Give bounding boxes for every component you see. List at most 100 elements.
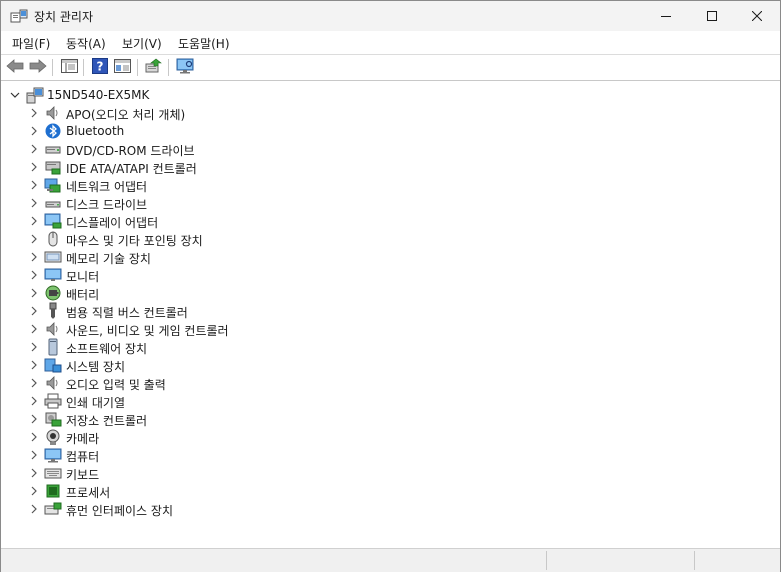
tree-node[interactable]: 소프트웨어 장치 — [1, 338, 501, 356]
bluetooth-icon — [44, 122, 62, 140]
tree-node-label: 디스크 드라이브 — [66, 198, 148, 212]
chevron-right-icon[interactable] — [28, 125, 40, 137]
tree-node[interactable]: 키보드 — [1, 464, 501, 482]
chevron-right-icon[interactable] — [28, 305, 40, 317]
tree-node[interactable]: 사운드, 비디오 및 게임 컨트롤러 — [1, 320, 501, 338]
chevron-right-icon[interactable] — [28, 179, 40, 191]
device-manager-app-icon — [10, 8, 28, 24]
tree-node-label: 휴먼 인터페이스 장치 — [66, 504, 173, 518]
tree-node-label: 범용 직렬 버스 컨트롤러 — [66, 306, 188, 320]
menu-help[interactable]: 도움말(H) — [178, 35, 230, 52]
status-bar — [1, 548, 780, 572]
tree-node[interactable]: 카메라 — [1, 428, 501, 446]
minimize-control[interactable] — [643, 1, 689, 31]
update-driver-button[interactable] — [144, 58, 164, 77]
tree-node[interactable]: 메모리 기술 장치 — [1, 248, 501, 266]
tree-node-label: 오디오 입력 및 출력 — [66, 378, 166, 392]
tree-node-label: 키보드 — [66, 468, 100, 482]
tree-node[interactable]: 디스플레이 어댑터 — [1, 212, 501, 230]
chevron-right-icon[interactable] — [28, 341, 40, 353]
help-button[interactable]: ? — [90, 58, 110, 77]
close-icon — [752, 11, 762, 21]
chevron-right-icon[interactable] — [28, 233, 40, 245]
tree-node-label: APO(오디오 처리 개체) — [66, 108, 186, 122]
display-adapter-icon — [44, 212, 62, 230]
menu-view[interactable]: 보기(V) — [122, 35, 162, 52]
software-device-icon — [44, 338, 62, 356]
tree-node[interactable]: IDE ATA/ATAPI 컨트롤러 — [1, 158, 501, 176]
tree-node[interactable]: 저장소 컨트롤러 — [1, 410, 501, 428]
tree-node[interactable]: 배터리 — [1, 284, 501, 302]
device-manager-window: 장치 관리자 파일(F) 동작(A) 보기(V) 도움말(H) ? 15ND54… — [0, 0, 781, 572]
tree-root[interactable]: 15ND540-EX5MK — [1, 86, 401, 104]
chevron-right-icon[interactable] — [28, 377, 40, 389]
chevron-right-icon[interactable] — [28, 251, 40, 263]
tree-node[interactable]: 컴퓨터 — [1, 446, 501, 464]
tree-node[interactable]: 범용 직렬 버스 컨트롤러 — [1, 302, 501, 320]
tree-node[interactable]: 휴먼 인터페이스 장치 — [1, 500, 501, 518]
tree-node[interactable]: 프로세서 — [1, 482, 501, 500]
toolbar-separator — [168, 59, 169, 76]
close-control[interactable] — [734, 1, 780, 31]
device-tree[interactable]: 15ND540-EX5MK APO(오디오 처리 개체) Bluetooth DVD… — [1, 81, 780, 547]
chevron-right-icon[interactable] — [28, 107, 40, 119]
tree-node[interactable]: 시스템 장치 — [1, 356, 501, 374]
dvd-drive-icon — [44, 140, 62, 158]
tree-node-label: 메모리 기술 장치 — [66, 252, 151, 266]
chevron-right-icon[interactable] — [28, 413, 40, 425]
window-title: 장치 관리자 — [34, 10, 94, 24]
chevron-right-icon[interactable] — [28, 161, 40, 173]
tree-node[interactable]: 디스크 드라이브 — [1, 194, 501, 212]
computer-monitor-icon — [44, 446, 62, 464]
menu-action[interactable]: 동작(A) — [66, 35, 106, 52]
camera-icon — [44, 428, 62, 446]
chevron-right-icon[interactable] — [28, 503, 40, 515]
maximize-control[interactable] — [689, 1, 735, 31]
tree-node[interactable]: 오디오 입력 및 출력 — [1, 374, 501, 392]
tree-node-label: 컴퓨터 — [66, 450, 100, 464]
chevron-right-icon[interactable] — [28, 269, 40, 281]
hid-icon — [44, 500, 62, 518]
svg-text:?: ? — [97, 60, 104, 74]
tree-node-label: Bluetooth — [66, 124, 125, 138]
properties-pane-button[interactable] — [112, 58, 132, 77]
tree-node[interactable]: 네트워크 어댑터 — [1, 176, 501, 194]
chevron-right-icon[interactable] — [28, 215, 40, 227]
help-icon: ? — [92, 58, 108, 77]
tree-node[interactable]: APO(오디오 처리 개체) — [1, 104, 501, 122]
tree-node[interactable]: 인쇄 대기열 — [1, 392, 501, 410]
forward-icon — [29, 59, 47, 76]
chevron-right-icon[interactable] — [28, 287, 40, 299]
speaker-icon — [44, 104, 62, 122]
chevron-right-icon[interactable] — [28, 197, 40, 209]
usb-icon — [44, 302, 62, 320]
show-hide-console-tree-button[interactable] — [59, 58, 79, 77]
sound-icon — [44, 320, 62, 338]
properties-pane-icon — [113, 59, 131, 76]
chevron-right-icon[interactable] — [28, 359, 40, 371]
chevron-right-icon[interactable] — [28, 143, 40, 155]
storage-controller-icon — [44, 410, 62, 428]
tree-node[interactable]: Bluetooth — [1, 122, 501, 140]
chevron-right-icon[interactable] — [28, 395, 40, 407]
status-panel — [546, 551, 695, 570]
toolbar-separator — [83, 59, 84, 76]
tree-node[interactable]: DVD/CD-ROM 드라이브 — [1, 140, 501, 158]
tree-node-label: 디스플레이 어댑터 — [66, 216, 159, 230]
tree-node[interactable]: 마우스 및 기타 포인팅 장치 — [1, 230, 501, 248]
tree-node-label: 사운드, 비디오 및 게임 컨트롤러 — [66, 324, 229, 338]
tree-node-label: 소프트웨어 장치 — [66, 342, 148, 356]
system-device-icon — [44, 356, 62, 374]
chevron-right-icon[interactable] — [28, 431, 40, 443]
forward-button[interactable] — [28, 58, 48, 77]
back-button[interactable] — [5, 58, 25, 77]
chevron-right-icon[interactable] — [28, 467, 40, 479]
chevron-right-icon[interactable] — [28, 449, 40, 461]
chevron-right-icon[interactable] — [28, 323, 40, 335]
tree-node[interactable]: 모니터 — [1, 266, 501, 284]
scan-hardware-button[interactable] — [175, 58, 195, 77]
chevron-down-icon[interactable] — [9, 89, 21, 101]
chevron-right-icon[interactable] — [28, 485, 40, 497]
menu-file[interactable]: 파일(F) — [12, 35, 50, 52]
battery-icon — [44, 284, 62, 302]
